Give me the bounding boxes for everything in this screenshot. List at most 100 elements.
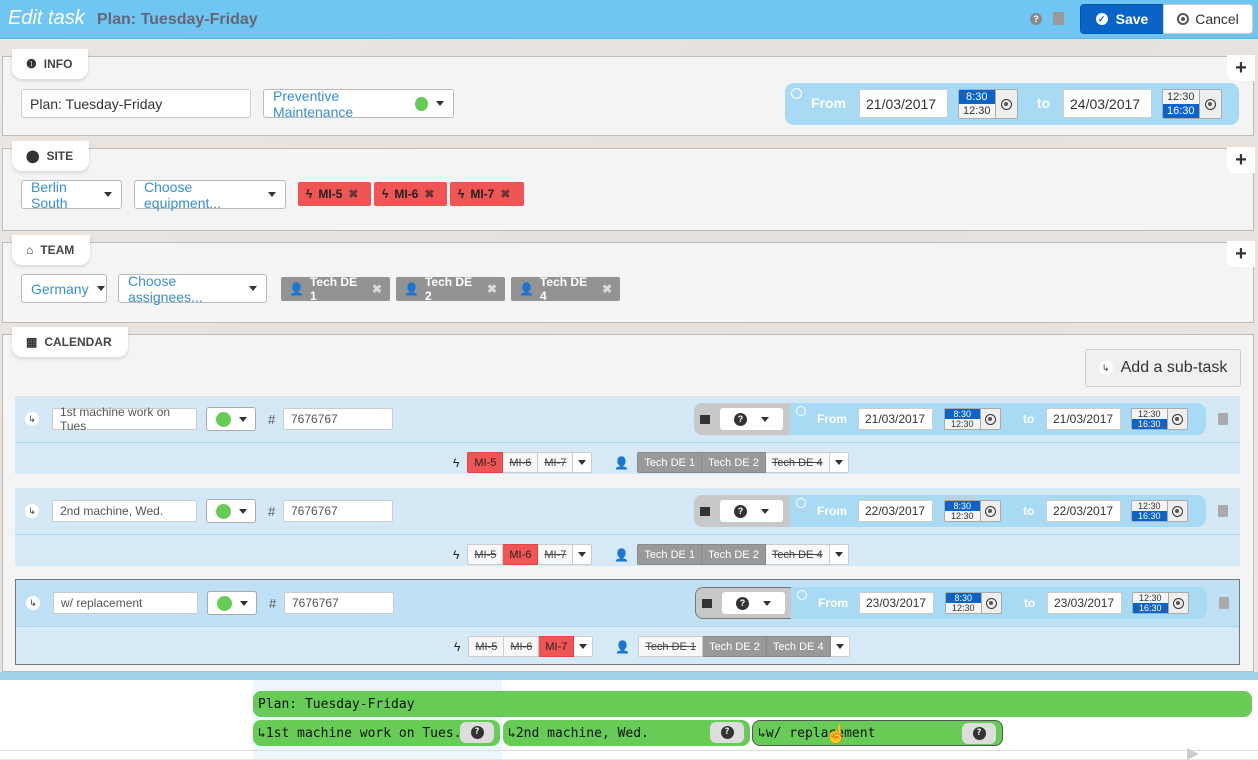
equipment-dropdown-toggle[interactable] <box>574 636 594 657</box>
delete-subtask-icon[interactable] <box>1219 597 1229 609</box>
cancel-button[interactable]: Cancel <box>1163 4 1253 34</box>
trash-icon[interactable] <box>1053 12 1064 25</box>
gantt-plan-bar[interactable]: Plan: Tuesday-Friday <box>253 691 1252 717</box>
gantt-subtask-bar[interactable]: ↳2nd machine, Wed. ? <box>503 720 750 746</box>
subtask-color-dropdown[interactable] <box>207 591 257 615</box>
subtask-color-dropdown[interactable] <box>206 407 256 431</box>
gantt-status-button[interactable]: ? <box>962 723 996 744</box>
add-subtask-button[interactable]: ↳ Add a sub-task <box>1085 349 1241 387</box>
gantt-subtask-bar[interactable]: ↳1st machine work on Tues. ? <box>253 720 500 746</box>
time-option[interactable]: 16:30 <box>1132 511 1167 521</box>
to-time-options[interactable]: 12:30 16:30 <box>1132 592 1169 614</box>
from-date-input[interactable]: 23/03/2017 <box>859 592 934 614</box>
scroll-right-icon[interactable] <box>1187 748 1199 760</box>
subtask-name-input[interactable]: 2nd machine, Wed. <box>52 500 197 522</box>
delete-subtask-icon[interactable] <box>1218 505 1228 517</box>
time-option[interactable]: 16:30 <box>1133 603 1168 613</box>
from-time-options[interactable]: 8:30 12:30 <box>944 500 981 522</box>
subtask-number-input[interactable]: 7676767 <box>283 500 393 522</box>
help-icon[interactable]: ? <box>1030 13 1042 25</box>
clock-button[interactable] <box>1167 408 1188 430</box>
delete-subtask-icon[interactable] <box>1218 413 1228 425</box>
time-option[interactable]: 16:30 <box>1163 104 1199 118</box>
remove-icon[interactable]: ✖ <box>424 187 434 201</box>
gantt-status-button[interactable]: ? <box>710 722 744 743</box>
subtask-name-input[interactable]: 1st machine work on Tues <box>52 405 197 433</box>
expand-plus-icon[interactable]: + <box>1227 55 1255 81</box>
gantt-status-button[interactable]: ? <box>460 722 494 743</box>
assignee-toggle[interactable]: Tech DE 2 <box>702 544 766 565</box>
equipment-dropdown-toggle[interactable] <box>573 452 593 473</box>
remove-icon[interactable]: ✖ <box>348 187 358 201</box>
subtask-color-dropdown[interactable] <box>206 499 256 523</box>
time-option[interactable]: 12:30 <box>1133 593 1168 603</box>
equipment-toggle[interactable]: MI-7 <box>538 544 574 565</box>
equipment-toggle[interactable]: MI-6 <box>503 452 539 473</box>
time-option[interactable]: 8:30 <box>945 501 980 511</box>
assignee-toggle[interactable]: Tech DE 2 <box>702 452 766 473</box>
time-option[interactable]: 8:30 <box>945 409 980 419</box>
from-time-picker[interactable]: 8:30 12:30 <box>958 89 1018 119</box>
expand-plus-icon[interactable]: + <box>1227 147 1255 173</box>
from-time-picker[interactable]: 8:30 12:30 <box>944 500 1001 522</box>
remove-icon[interactable]: ✖ <box>500 187 510 201</box>
equipment-toggle[interactable]: MI-5 <box>467 452 504 473</box>
gantt-subtask-bar[interactable]: ↳w/ replacement ? <box>752 720 1003 746</box>
time-option[interactable]: 8:30 <box>946 593 981 603</box>
clock-button[interactable] <box>980 500 1001 522</box>
from-date-input[interactable]: 22/03/2017 <box>858 500 933 522</box>
time-option[interactable]: 12:30 <box>946 603 981 613</box>
from-time-picker[interactable]: 8:30 12:30 <box>944 408 1001 430</box>
to-date-input[interactable]: 23/03/2017 <box>1047 592 1122 614</box>
to-time-options[interactable]: 12:30 16:30 <box>1131 500 1168 522</box>
clock-button[interactable] <box>1168 592 1189 614</box>
assignee-toggle[interactable]: Tech DE 4 <box>766 636 831 657</box>
time-option[interactable]: 12:30 <box>959 104 995 118</box>
from-time-options[interactable]: 8:30 12:30 <box>945 592 982 614</box>
clock-button[interactable] <box>995 89 1018 119</box>
assignee-toggle[interactable]: Tech DE 1 <box>638 636 704 657</box>
clock-button[interactable] <box>981 592 1002 614</box>
equipment-dropdown[interactable]: Choose equipment... <box>134 179 286 211</box>
subtask-number-input[interactable]: 7676767 <box>283 408 393 430</box>
assignee-toggle[interactable]: Tech DE 2 <box>703 636 767 657</box>
priority-dropdown[interactable]: ? <box>720 408 783 430</box>
time-option[interactable]: 12:30 <box>1163 90 1199 104</box>
assignee-toggle[interactable]: Tech DE 4 <box>765 544 830 565</box>
time-option[interactable]: 8:30 <box>959 90 995 104</box>
task-type-dropdown[interactable]: Preventive Maintenance <box>263 88 454 120</box>
to-time-options[interactable]: 12:30 16:30 <box>1162 89 1200 119</box>
equipment-toggle[interactable]: MI-5 <box>467 544 504 565</box>
time-option[interactable]: 12:30 <box>1132 501 1167 511</box>
assignee-toggle[interactable]: Tech DE 1 <box>637 452 703 473</box>
site-dropdown[interactable]: Berlin South <box>21 179 122 211</box>
priority-dropdown[interactable]: ? <box>720 500 783 522</box>
to-time-picker[interactable]: 12:30 16:30 <box>1162 89 1222 119</box>
equipment-dropdown-toggle[interactable] <box>573 544 593 565</box>
time-option[interactable]: 12:30 <box>945 511 980 521</box>
to-time-options[interactable]: 12:30 16:30 <box>1131 408 1168 430</box>
to-date-input[interactable]: 22/03/2017 <box>1046 500 1121 522</box>
remove-icon[interactable]: ✖ <box>602 282 612 296</box>
time-option[interactable]: 16:30 <box>1132 419 1167 429</box>
from-time-options[interactable]: 8:30 12:30 <box>958 89 996 119</box>
priority-dropdown[interactable]: ? <box>722 592 785 614</box>
country-dropdown[interactable]: Germany <box>21 274 107 303</box>
time-option[interactable]: 12:30 <box>1132 409 1167 419</box>
assignees-dropdown[interactable]: Choose assignees... <box>118 273 267 305</box>
save-button[interactable]: ✓ Save <box>1080 4 1164 34</box>
to-time-picker[interactable]: 12:30 16:30 <box>1132 592 1189 614</box>
equipment-toggle[interactable]: MI-5 <box>468 636 505 657</box>
remove-icon[interactable]: ✖ <box>372 282 382 296</box>
clock-button[interactable] <box>1167 500 1188 522</box>
assignee-toggle[interactable]: Tech DE 4 <box>765 452 830 473</box>
from-date-input[interactable]: 21/03/2017 <box>858 408 933 430</box>
subtask-number-input[interactable]: 7676767 <box>284 592 394 614</box>
assignee-dropdown-toggle[interactable] <box>829 452 849 473</box>
expand-plus-icon[interactable]: + <box>1227 241 1255 267</box>
equipment-toggle[interactable]: MI-6 <box>503 544 539 565</box>
equipment-toggle[interactable]: MI-7 <box>538 452 574 473</box>
equipment-toggle[interactable]: MI-6 <box>504 636 540 657</box>
time-option[interactable]: 12:30 <box>945 419 980 429</box>
remove-icon[interactable]: ✖ <box>487 282 497 296</box>
